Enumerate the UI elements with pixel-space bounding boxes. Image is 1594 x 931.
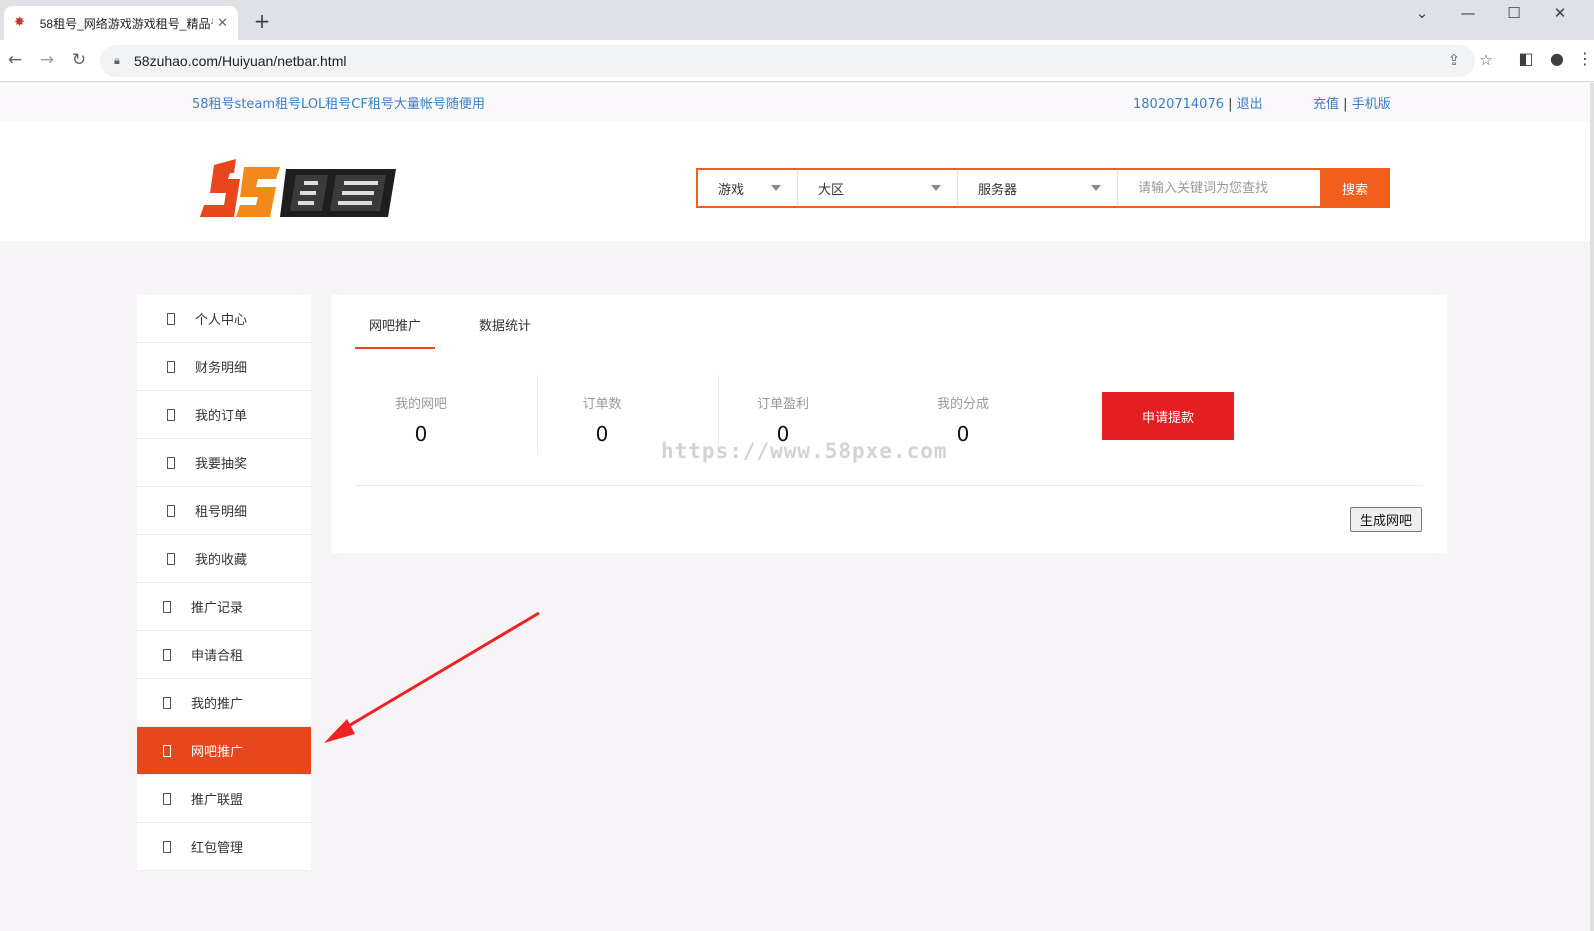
stat-label: 我的分成 [936,397,989,412]
separator: | [1228,97,1233,112]
server-select-label: 服务器 [978,182,1018,198]
tab-search-chevron-icon[interactable]: ⌄ [1412,4,1432,22]
sidebar-item-label: 推广联盟 [191,793,244,808]
keyword-search-input[interactable] [1118,170,1320,206]
user-info: 18020714076 | 退出 [1133,93,1263,112]
quick-links: 充值 | 手机版 [1313,93,1391,112]
red-arrow-annotation [324,611,540,743]
game-select-label: 游戏 [718,182,745,198]
bookmark-star-icon[interactable]: ☆ [1476,51,1496,69]
web-page: 58租号steam租号LOL租号CF租号大量帐号随便用 18020714076 … [0,83,1594,931]
generate-netbar-button[interactable]: 生成网吧 [1350,507,1422,532]
profile-avatar-icon[interactable]: ● [1546,49,1568,68]
search-bar: 游戏 大区 服务器 搜索 [696,168,1390,208]
chevron-down-icon [771,185,781,191]
menu-kebab-icon[interactable]: ⋮ [1574,49,1594,68]
window-close-icon[interactable]: ✕ [1550,4,1570,22]
browser-tab[interactable]: ✸ 58租号_网络游戏游戏租号_精品号 ✕ [4,6,238,40]
new-tab-icon[interactable]: + [250,10,274,34]
sidebar-item-11[interactable]: 红包管理 [137,823,311,871]
browser-toolbar: ← → ↻ 🔒︎ 58zuhao.com/Huiyuan/netbar.html… [0,40,1594,82]
url-text: 58zuhao.com/Huiyuan/netbar.html [134,53,347,69]
user-phone-link[interactable]: 18020714076 [1133,97,1224,112]
side-panel-icon[interactable]: ◧ [1515,49,1537,68]
region-select-label: 大区 [818,182,845,198]
tab-title: 58租号_网络游戏游戏租号_精品号 [39,16,214,31]
forward-arrow-icon[interactable]: → [36,49,58,71]
menu-item-icon [163,792,171,805]
withdraw-button[interactable]: 申请提款 [1102,392,1234,440]
back-arrow-icon[interactable]: ← [4,49,26,71]
watermark-text: https://www.58pxe.com [661,439,948,463]
stat-label: 订单盈利 [756,397,809,412]
site-favicon-icon: ✸ [14,15,25,30]
search-button[interactable]: 搜索 [1320,168,1390,208]
logout-link[interactable]: 退出 [1237,97,1263,112]
tab-close-icon[interactable]: ✕ [217,16,228,31]
address-bar[interactable]: 🔒︎ 58zuhao.com/Huiyuan/netbar.html [100,45,1475,77]
server-select[interactable]: 服务器 [958,170,1118,206]
minimize-icon[interactable]: — [1458,4,1478,22]
browser-tab-bar: ✸ 58租号_网络游戏游戏租号_精品号 ✕ + ⌄ — ☐ ✕ [0,0,1594,40]
lock-icon: 🔒︎ [114,54,120,67]
sidebar-item-label: 红包管理 [191,841,244,856]
maximize-icon[interactable]: ☐ [1504,4,1524,22]
chevron-down-icon [931,185,941,191]
recharge-link[interactable]: 充值 [1313,97,1339,112]
menu-item-icon [163,840,171,853]
game-select[interactable]: 游戏 [698,170,798,206]
reload-icon[interactable]: ↻ [68,49,90,71]
chevron-down-icon [1091,185,1101,191]
region-select[interactable]: 大区 [798,170,958,206]
mobile-version-link[interactable]: 手机版 [1352,97,1391,112]
separator: | [1343,97,1348,112]
share-icon[interactable]: ⇪ [1444,51,1464,69]
page-scrollbar[interactable] [1590,83,1594,931]
